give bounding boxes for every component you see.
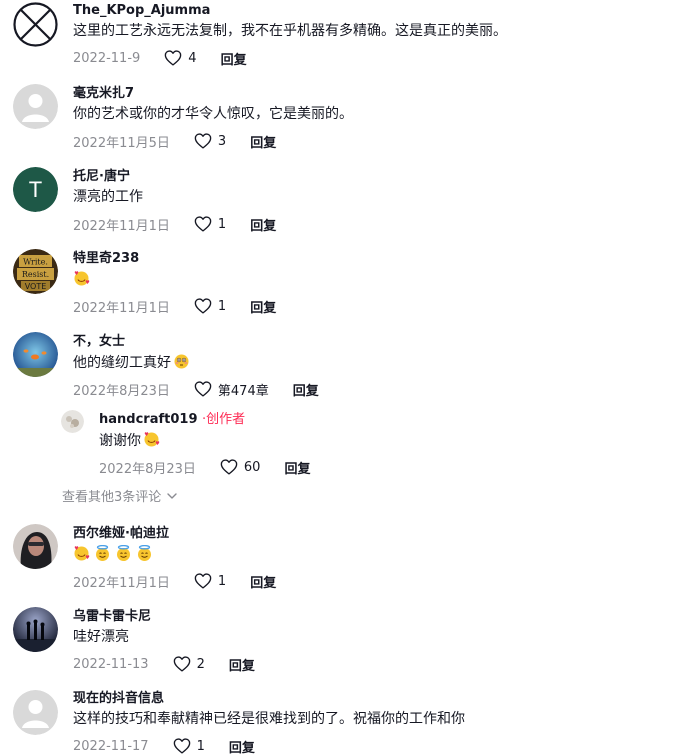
avatar-letter-text: T — [29, 177, 42, 202]
comment-username[interactable]: The_KPop_Ajumma — [73, 2, 666, 20]
reply-button[interactable]: 回复 — [284, 458, 310, 477]
avatar-text-write: Write. — [23, 258, 48, 267]
like-count: 4 — [188, 50, 197, 66]
avatar-letter[interactable]: T — [13, 167, 58, 212]
heart-icon — [194, 573, 212, 589]
flushed-face-icon — [174, 354, 189, 369]
comment-text: 谢谢你 — [99, 431, 666, 450]
heart-icon — [194, 298, 212, 314]
comment-date: 2022年11月1日 — [73, 218, 170, 234]
comment-date: 2022年11月1日 — [73, 300, 170, 316]
heart-icon — [194, 216, 212, 232]
comment-date: 2022年8月23日 — [99, 461, 196, 477]
like-button[interactable]: 1 — [173, 738, 205, 754]
comment-username[interactable]: 不，女士 — [73, 333, 666, 351]
comment-text — [73, 545, 666, 564]
comment-text-body: 谢谢你 — [99, 433, 141, 449]
heart-icon — [173, 656, 190, 672]
comment-date: 2022-11-17 — [73, 738, 149, 754]
heart-icon — [173, 738, 190, 754]
comment-date: 2022年11月1日 — [73, 575, 170, 591]
comment-username[interactable]: 托尼·唐宁 — [73, 168, 666, 186]
avatar-photo[interactable] — [13, 607, 58, 652]
heart-icon — [164, 50, 182, 66]
comment-username[interactable]: 西尔维娅·帕迪拉 — [73, 525, 666, 543]
reply-button[interactable]: 回复 — [293, 380, 319, 399]
like-count: 3 — [217, 133, 227, 149]
reply-button[interactable]: 回复 — [229, 655, 255, 674]
like-button[interactable]: 2 — [173, 656, 205, 672]
avatar-photo[interactable]: Write. Resist. VOTE — [13, 249, 58, 294]
reply-button[interactable]: 回复 — [250, 132, 276, 151]
comment-date: 2022年11月5日 — [73, 135, 170, 151]
view-more-label: 查看其他3条评论 — [62, 490, 162, 505]
like-count: 第474章 — [217, 383, 269, 399]
smiling-face-with-halo-icon — [117, 545, 130, 561]
reply-button[interactable]: 回复 — [250, 215, 276, 234]
comment-text — [73, 270, 666, 289]
reply-button[interactable]: 回复 — [229, 737, 255, 756]
smiling-face-with-halo-icon — [96, 545, 109, 561]
comment-username[interactable]: 特里奇238 — [73, 250, 666, 268]
like-count: 1 — [217, 216, 227, 232]
avatar-default-icon[interactable] — [13, 84, 58, 129]
comment-date: 2022-11-13 — [73, 656, 149, 672]
comment-username[interactable]: 乌雷卡雷卡尼 — [73, 608, 666, 626]
avatar-photo[interactable] — [13, 524, 58, 569]
avatar-text-vote: VOTE — [25, 282, 47, 291]
comment-date: 2022-11-9 — [73, 50, 141, 66]
reply-button[interactable]: 回复 — [250, 297, 276, 316]
like-count: 1 — [196, 738, 205, 754]
chevron-down-icon — [167, 492, 177, 499]
reply-button[interactable]: 回复 — [221, 49, 247, 68]
like-button[interactable]: 3 — [194, 133, 226, 149]
avatar-photo[interactable] — [13, 332, 58, 377]
avatar-text-resist: Resist. — [22, 270, 49, 279]
comment-text: 你的艺术或你的才华令人惊叹，它是美丽的。 — [73, 106, 353, 122]
like-count: 2 — [196, 656, 205, 672]
comment-text-body: 他的缝纫工真好 — [73, 355, 171, 371]
avatar-default-icon[interactable] — [13, 690, 58, 735]
comment-text: 哇好漂亮 — [73, 629, 129, 645]
comment-text: 漂亮的工作 — [73, 189, 143, 205]
smiling-face-with-halo-icon — [138, 545, 151, 561]
like-button[interactable]: 4 — [164, 50, 197, 66]
avatar-circle-x-icon[interactable] — [13, 2, 58, 47]
like-count: 60 — [243, 459, 261, 475]
comment-text: 这里的工艺永远无法复制，我不在乎机器有多精确。这是真正的美丽。 — [73, 23, 507, 39]
like-button[interactable]: 1 — [194, 573, 226, 589]
comment-text: 这样的技巧和奉献精神已经是很难找到的了。祝福你的工作和你 — [73, 711, 465, 727]
smiling-face-with-hearts-icon — [144, 432, 160, 447]
like-button[interactable]: 60 — [220, 459, 261, 475]
heart-icon — [220, 459, 238, 475]
comment-username[interactable]: 现在的抖音信息 — [73, 690, 666, 708]
like-button[interactable]: 1 — [194, 216, 226, 232]
avatar-photo[interactable] — [61, 410, 84, 433]
like-count: 1 — [217, 573, 227, 589]
comment-date: 2022年8月23日 — [73, 383, 170, 399]
heart-icon — [194, 381, 212, 397]
heart-icon — [194, 133, 212, 149]
like-button[interactable]: 第474章 — [194, 380, 269, 399]
comment-text: 他的缝纫工真好 — [73, 353, 666, 372]
like-count: 1 — [217, 298, 227, 314]
like-button[interactable]: 1 — [194, 298, 226, 314]
view-more-replies-button[interactable]: 查看其他3条评论 — [62, 486, 177, 505]
smiling-face-with-hearts-icon — [74, 546, 90, 561]
creator-badge: ·创作者 — [202, 412, 246, 427]
smiling-face-with-hearts-icon — [74, 271, 90, 286]
reply-button[interactable]: 回复 — [250, 572, 276, 591]
comment-username[interactable]: 毫克米扎7 — [73, 85, 666, 103]
comment-username: handcraft019 ·创作者 — [99, 411, 666, 429]
creator-username[interactable]: handcraft019 — [99, 412, 197, 427]
